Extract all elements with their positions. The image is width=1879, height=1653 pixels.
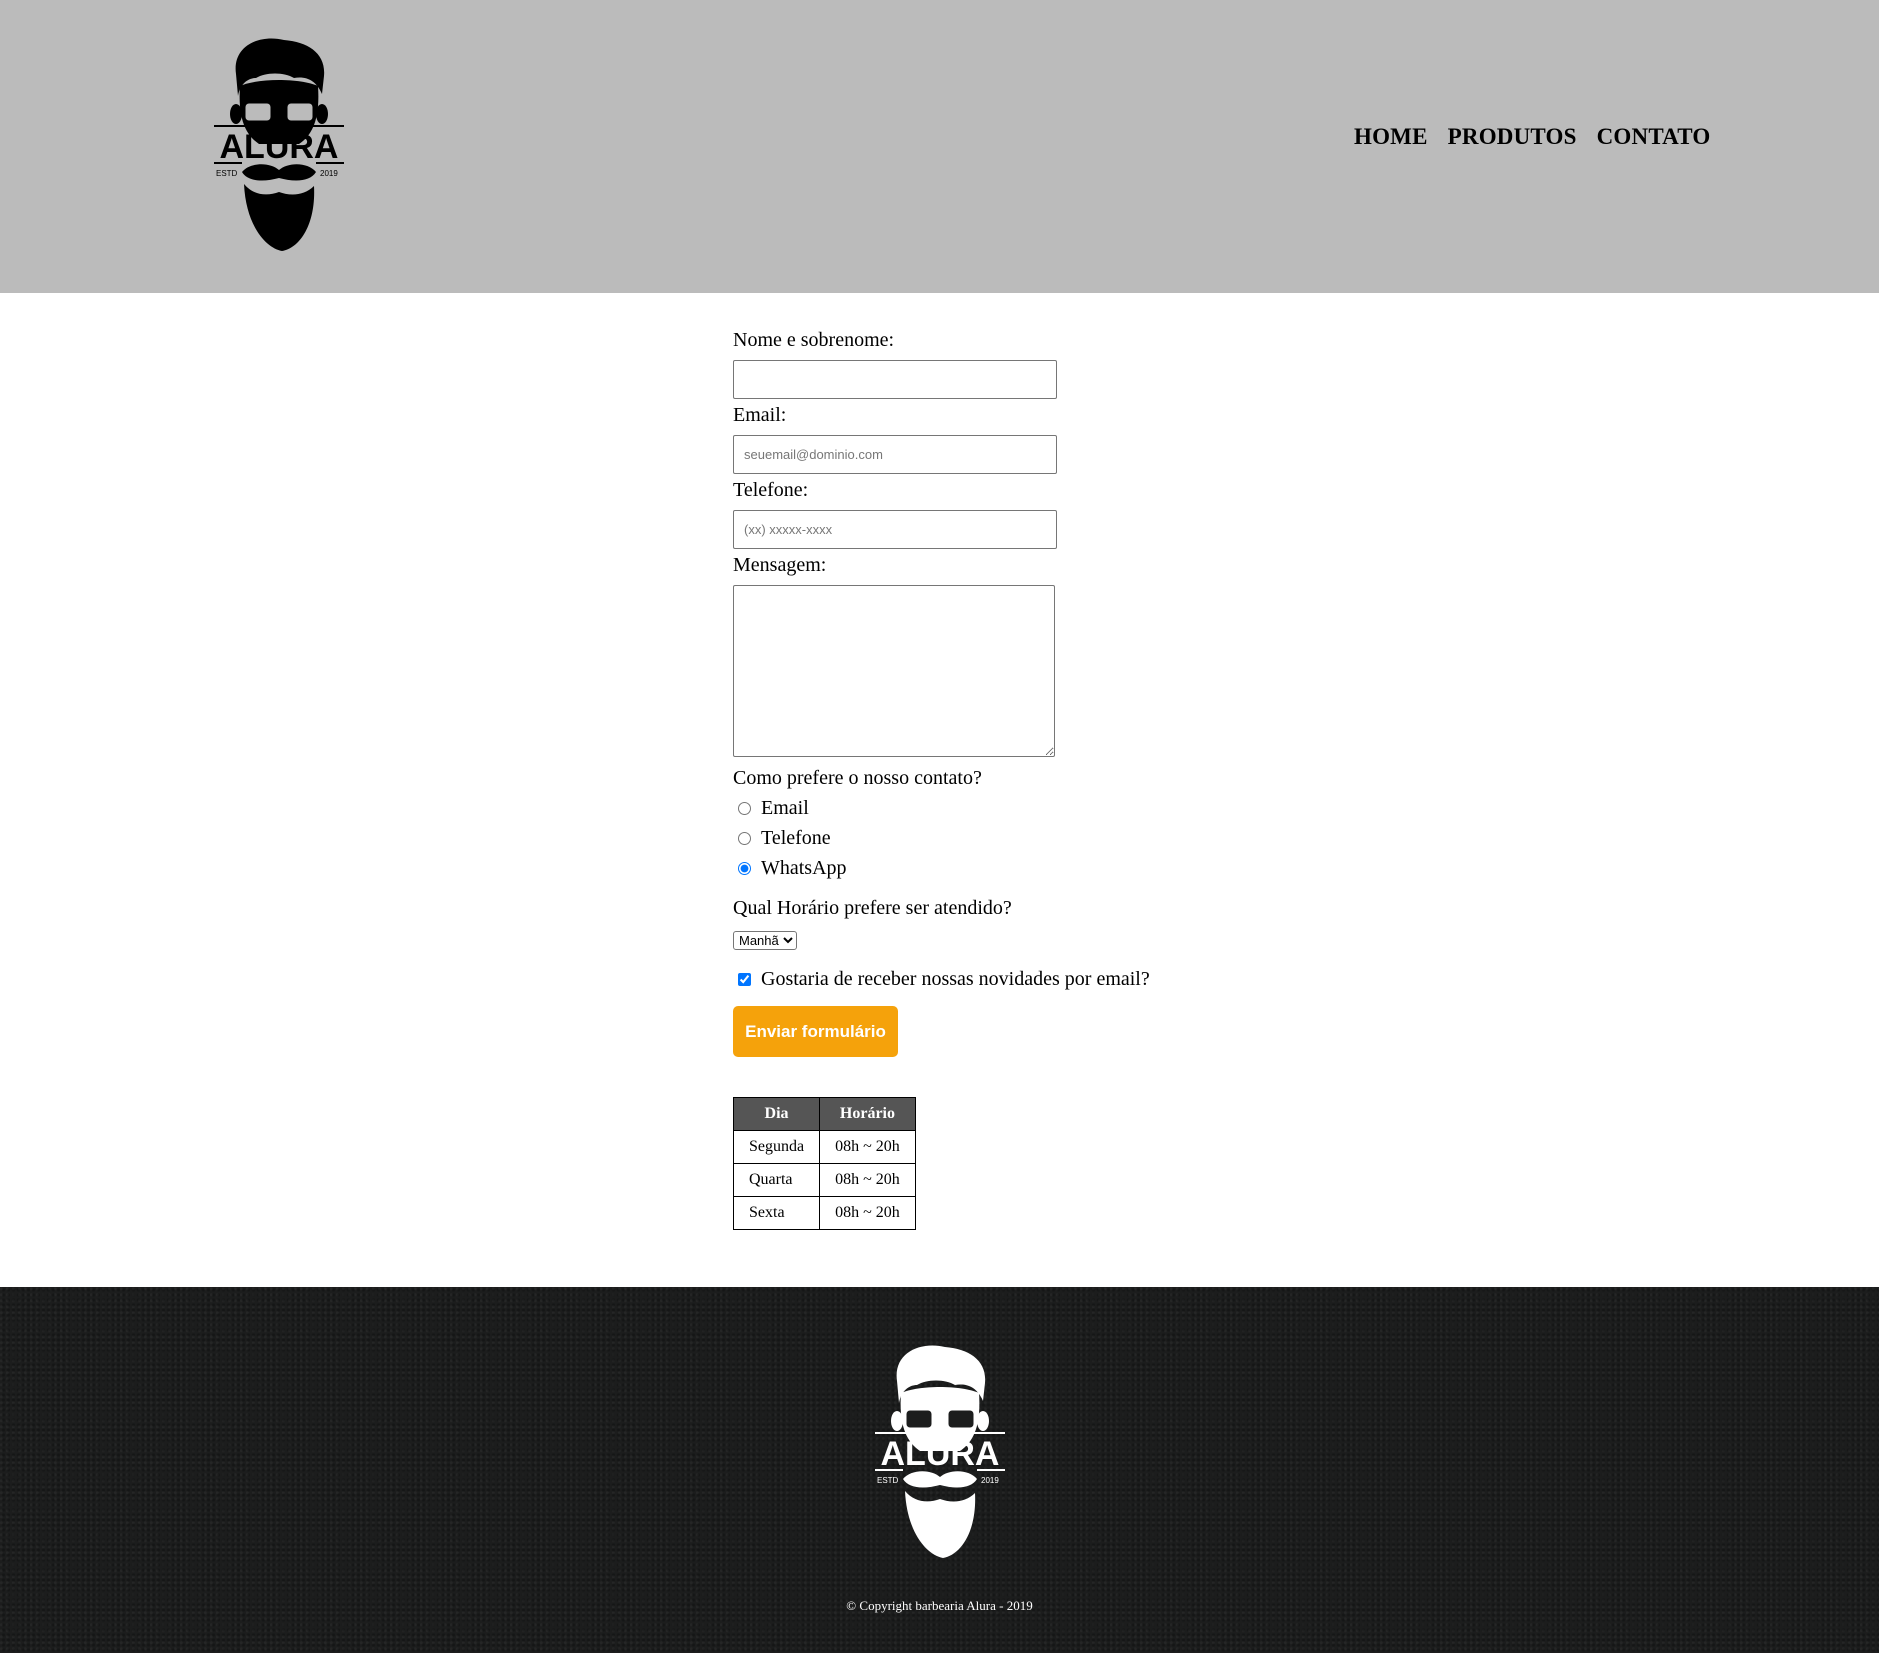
contact-preference-question: Como prefere o nosso contato? bbox=[733, 767, 982, 789]
cell-day: Sexta bbox=[732, 1196, 821, 1230]
logo-text: ALURA bbox=[220, 128, 339, 166]
nav-contato-link[interactable]: CONTATO bbox=[1597, 124, 1711, 150]
submit-button[interactable]: Enviar formulário bbox=[733, 1006, 898, 1057]
phone-input[interactable] bbox=[733, 510, 1057, 549]
newsletter-label: Gostaria de receber nossas novidades por… bbox=[761, 967, 1150, 990]
nav-home-link[interactable]: HOME bbox=[1354, 124, 1428, 150]
copyright-text: © Copyright barbearia Alura - 2019 bbox=[846, 1598, 1033, 1613]
footer-logo-svg: ALURA ESTD 2019 bbox=[875, 1345, 1005, 1558]
cell-hours: 08h ~ 20h bbox=[819, 1196, 916, 1230]
radio-whatsapp[interactable] bbox=[738, 861, 751, 875]
contact-option-telefone[interactable]: Telefone bbox=[733, 823, 1433, 853]
phone-label: Telefone: bbox=[733, 479, 809, 501]
time-preference-question: Qual Horário prefere ser atendido? bbox=[733, 897, 1012, 919]
cell-hours: 08h ~ 20h bbox=[819, 1130, 916, 1164]
name-input[interactable] bbox=[733, 360, 1057, 399]
contact-option-whatsapp[interactable]: WhatsApp bbox=[733, 853, 1433, 883]
svg-text:ESTD: ESTD bbox=[877, 1476, 899, 1485]
radio-email[interactable] bbox=[738, 801, 751, 815]
header-horario: Horário bbox=[819, 1097, 916, 1131]
svg-text:2019: 2019 bbox=[320, 169, 338, 178]
radio-email-label: Email bbox=[761, 796, 809, 819]
time-select[interactable]: Manhã bbox=[733, 931, 797, 950]
alura-logo-icon[interactable]: ALURA ESTD 2019 bbox=[214, 36, 344, 256]
header-dia: Dia bbox=[732, 1097, 821, 1131]
message-textarea[interactable] bbox=[733, 585, 1055, 757]
cell-day: Segunda bbox=[732, 1130, 821, 1164]
cell-hours: 08h ~ 20h bbox=[819, 1163, 916, 1197]
message-label: Mensagem: bbox=[733, 554, 827, 576]
footer-alura-logo-icon: ALURA ESTD 2019 bbox=[875, 1343, 1005, 1563]
logo-svg: ALURA ESTD 2019 bbox=[214, 38, 344, 251]
svg-text:2019: 2019 bbox=[981, 1476, 999, 1485]
table-row: Segunda 08h ~ 20h bbox=[732, 1130, 916, 1164]
main-nav: HOME PRODUTOS CONTATO bbox=[1354, 124, 1711, 150]
contact-option-email[interactable]: Email bbox=[733, 793, 1433, 823]
site-header: ALURA ESTD 2019 HOME PRODUTOS CONTATO bbox=[0, 0, 1879, 293]
table-header-row: Dia Horário bbox=[732, 1097, 916, 1131]
footer-logo-text: ALURA bbox=[881, 1435, 1000, 1473]
site-footer: ALURA ESTD 2019 © Copyright barbearia Al… bbox=[0, 1287, 1879, 1653]
nav-produtos-link[interactable]: PRODUTOS bbox=[1448, 124, 1577, 150]
radio-whatsapp-label: WhatsApp bbox=[761, 856, 847, 879]
email-label: Email: bbox=[733, 404, 787, 426]
newsletter-option[interactable]: Gostaria de receber nossas novidades por… bbox=[733, 964, 1433, 994]
schedule-table: Dia Horário Segunda 08h ~ 20h Quarta 08h… bbox=[732, 1097, 916, 1230]
svg-text:ESTD: ESTD bbox=[216, 169, 238, 178]
radio-telefone[interactable] bbox=[738, 831, 751, 845]
table-row: Quarta 08h ~ 20h bbox=[732, 1163, 916, 1197]
radio-telefone-label: Telefone bbox=[761, 826, 831, 849]
contact-form: Nome e sobrenome: Email: Telefone: Mensa… bbox=[732, 293, 1433, 1230]
newsletter-checkbox[interactable] bbox=[738, 972, 751, 986]
name-label: Nome e sobrenome: bbox=[733, 329, 895, 351]
table-row: Sexta 08h ~ 20h bbox=[732, 1196, 916, 1230]
email-input[interactable] bbox=[733, 435, 1057, 474]
cell-day: Quarta bbox=[732, 1163, 821, 1197]
